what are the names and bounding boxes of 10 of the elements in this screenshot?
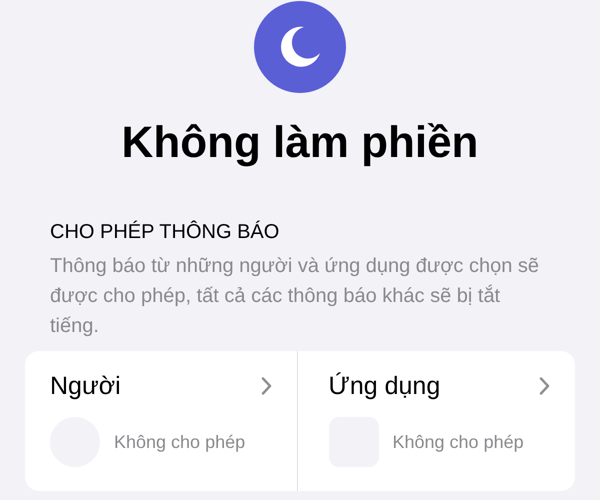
option-label[interactable]: Ứng dụng xyxy=(328,369,440,403)
chevron-icon[interactable] xyxy=(260,377,272,395)
option-label[interactable]: Người xyxy=(50,369,121,403)
section-description: Thông báo từ những người và ứng dụng được chọn sẽ được cho phép, tất cả các thông báo khác sẽ bị tắt tiếng. xyxy=(50,254,540,339)
status-text: Không cho phép xyxy=(114,432,246,452)
moon-icon xyxy=(254,1,346,93)
chevron-icon[interactable] xyxy=(539,377,550,395)
status-text: Không cho phép xyxy=(392,432,524,452)
section-header: CHO PHÉP THÔNG BÁO xyxy=(50,220,280,245)
page-title: Không làm phiền xyxy=(122,117,478,169)
